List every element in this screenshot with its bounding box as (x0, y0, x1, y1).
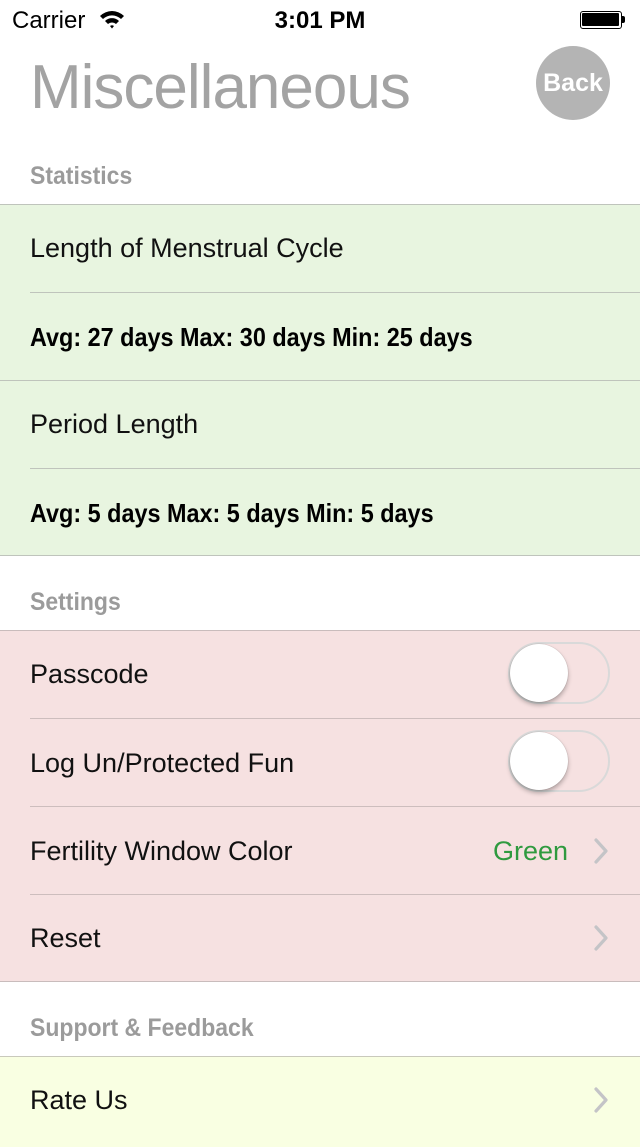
statistics-group: Length of Menstrual Cycle Avg: 27 days M… (0, 204, 640, 556)
cycle-length-row: Length of Menstrual Cycle (0, 205, 640, 292)
log-fun-toggle[interactable] (508, 730, 610, 792)
fertility-color-label: Fertility Window Color (30, 836, 293, 866)
period-summary-row: Avg: 5 days Max: 5 days Min: 5 days (0, 469, 640, 555)
rate-us-row[interactable]: Rate Us (0, 1057, 640, 1137)
toggle-knob (510, 644, 568, 702)
cycle-summary: Avg: 27 days Max: 30 days Min: 25 days (30, 322, 473, 352)
passcode-row: Passcode (0, 631, 640, 718)
rate-us-label: Rate Us (30, 1085, 128, 1115)
chevron-right-icon (594, 925, 608, 951)
page-title: Miscellaneous (30, 53, 411, 122)
toggle-knob (510, 732, 568, 790)
cycle-length-label: Length of Menstrual Cycle (30, 233, 344, 263)
reset-label: Reset (30, 923, 101, 953)
status-bar: Carrier 3:01 PM (0, 0, 640, 40)
fertility-color-row[interactable]: Fertility Window Color Green (0, 807, 640, 894)
passcode-label: Passcode (30, 659, 149, 689)
clock: 3:01 PM (274, 7, 366, 34)
section-header-support: Support & Feedback (30, 1014, 254, 1042)
back-button[interactable]: Back (536, 46, 610, 120)
chevron-right-icon (594, 1087, 608, 1113)
passcode-toggle[interactable] (508, 642, 610, 704)
period-length-row: Period Length (0, 381, 640, 468)
section-header-statistics: Statistics (30, 162, 133, 190)
cycle-summary-row: Avg: 27 days Max: 30 days Min: 25 days (0, 293, 640, 380)
log-fun-row: Log Un/Protected Fun (0, 719, 640, 806)
fertility-color-value: Green (492, 836, 568, 866)
support-group: Rate Us (0, 1056, 640, 1147)
reset-row[interactable]: Reset (0, 895, 640, 981)
settings-group: Passcode Log Un/Protected Fun Fertility … (0, 630, 640, 982)
chevron-right-icon (594, 838, 608, 864)
period-length-label: Period Length (30, 409, 199, 439)
log-fun-label: Log Un/Protected Fun (30, 748, 295, 778)
section-header-settings: Settings (30, 588, 121, 616)
battery-icon (580, 11, 626, 29)
period-summary: Avg: 5 days Max: 5 days Min: 5 days (30, 498, 434, 528)
